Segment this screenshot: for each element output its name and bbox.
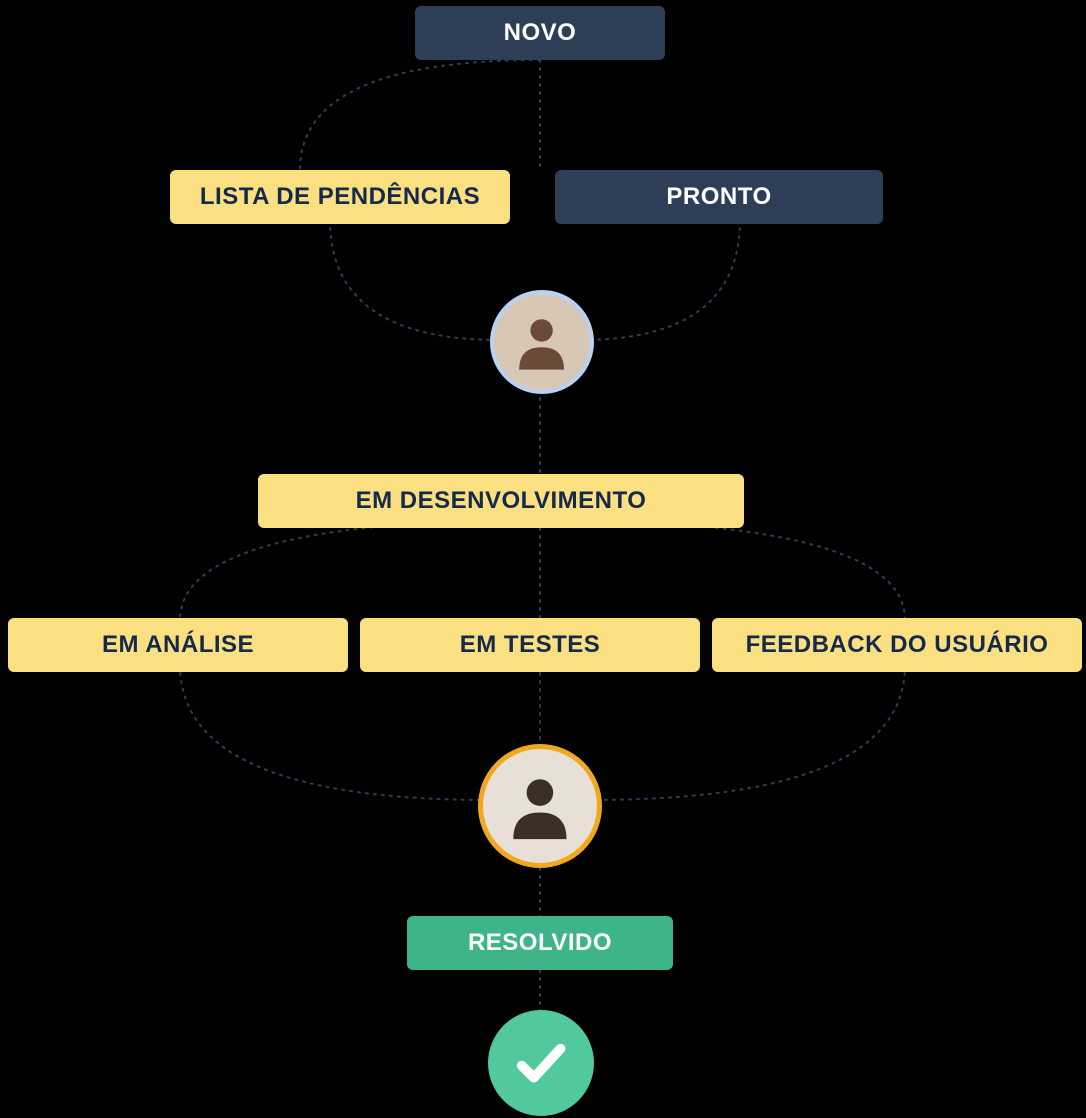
- stage-pronto: PRONTO: [555, 170, 883, 224]
- stage-em-testes-label: EM TESTES: [460, 631, 601, 659]
- person-icon: [508, 308, 575, 375]
- stage-em-analise: EM ANÁLISE: [8, 618, 348, 672]
- stage-em-analise-label: EM ANÁLISE: [102, 631, 254, 659]
- stage-pronto-label: PRONTO: [666, 183, 771, 211]
- checkmark-icon: [512, 1034, 570, 1092]
- stage-lista-pendencias-label: LISTA DE PENDÊNCIAS: [200, 183, 480, 211]
- success-check: [488, 1010, 594, 1116]
- stage-feedback-usuario: FEEDBACK DO USUÁRIO: [712, 618, 1082, 672]
- stage-novo: NOVO: [415, 6, 665, 60]
- stage-resolvido-label: RESOLVIDO: [468, 929, 612, 957]
- avatar-2: [478, 744, 602, 868]
- avatar-1: [490, 290, 594, 394]
- stage-em-testes: EM TESTES: [360, 618, 700, 672]
- stage-em-desenvolvimento: EM DESENVOLVIMENTO: [258, 474, 744, 528]
- stage-feedback-usuario-label: FEEDBACK DO USUÁRIO: [746, 631, 1049, 659]
- person-icon: [500, 766, 580, 846]
- stage-em-desenvolvimento-label: EM DESENVOLVIMENTO: [356, 487, 647, 515]
- stage-lista-pendencias: LISTA DE PENDÊNCIAS: [170, 170, 510, 224]
- stage-novo-label: NOVO: [504, 19, 577, 47]
- stage-resolvido: RESOLVIDO: [407, 916, 673, 970]
- workflow-diagram: NOVO LISTA DE PENDÊNCIAS PRONTO EM DESEN…: [0, 0, 1086, 1118]
